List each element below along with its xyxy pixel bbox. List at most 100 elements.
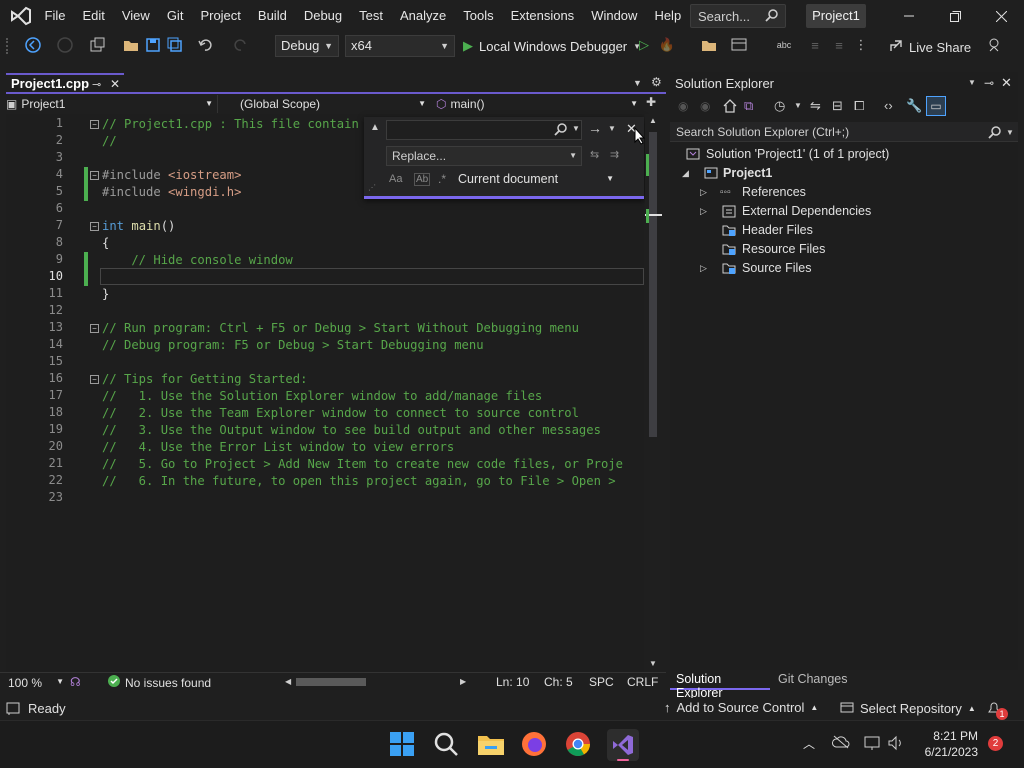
live-share-button[interactable]: Live Share <box>889 37 971 57</box>
cloud-offline-icon[interactable] <box>832 735 850 752</box>
menu-git[interactable]: Git <box>158 0 192 32</box>
network-icon[interactable] <box>864 735 882 754</box>
hot-reload-icon[interactable]: 🔥 <box>658 36 676 54</box>
solution-configuration-select[interactable]: Debug ▼ <box>275 35 339 57</box>
chrome-icon[interactable] <box>565 731 593 759</box>
toolbar-overflow-icon[interactable]: ⋮ <box>852 36 870 54</box>
close-tab-icon[interactable]: ✕ <box>110 77 120 91</box>
expanded-arrow-icon[interactable]: ◢ <box>682 164 689 183</box>
global-search-box[interactable]: Search... <box>690 4 786 28</box>
search-icon[interactable] <box>988 125 1002 142</box>
solution-platform-select[interactable]: x64 ▼ <box>345 35 455 57</box>
view-code-icon[interactable]: ‹› <box>884 98 893 113</box>
collapse-icon[interactable]: − <box>90 324 99 333</box>
replace-all-icon[interactable]: ⇉ <box>610 148 619 161</box>
intellicode-icon[interactable]: ☊ <box>70 675 81 689</box>
visual-studio-taskbar-icon[interactable] <box>607 729 639 761</box>
navigate-back-icon[interactable] <box>24 36 42 54</box>
windows-start-icon[interactable] <box>389 731 415 757</box>
member-nav-select[interactable]: ⬡ main() ▼ <box>436 95 642 113</box>
line-ending-indicator[interactable]: CRLF <box>627 675 658 689</box>
preview-selected-icon[interactable]: ▭ <box>926 96 946 116</box>
menu-help[interactable]: Help <box>646 0 690 32</box>
spell-check-icon[interactable]: abc <box>775 36 793 54</box>
properties-wrench-icon[interactable]: 🔧 <box>906 98 922 114</box>
scrollbar-thumb[interactable] <box>649 132 657 437</box>
tree-item-header-files[interactable]: Header Files <box>696 221 996 240</box>
tree-item-project[interactable]: ◢ Project1 <box>680 164 1010 183</box>
issues-indicator[interactable]: No issues found <box>108 675 211 690</box>
save-icon[interactable] <box>144 36 162 54</box>
split-window-icon[interactable]: ✚ <box>646 95 656 109</box>
column-indicator[interactable]: Ch: 5 <box>544 675 573 689</box>
select-repository-button[interactable]: Select Repository ▲ <box>840 700 976 717</box>
menu-extensions[interactable]: Extensions <box>502 0 583 32</box>
collapse-icon[interactable]: − <box>90 375 99 384</box>
layout-icon[interactable] <box>730 36 748 54</box>
tree-item-source-files[interactable]: ▷ Source Files <box>696 259 996 278</box>
add-to-source-control-button[interactable]: ↑ Add to Source Control ▲ <box>664 700 818 715</box>
clock-time[interactable]: 8:21 PM <box>918 729 978 743</box>
replace-next-icon[interactable]: ⇆ <box>590 148 599 161</box>
save-all-icon[interactable] <box>166 36 184 54</box>
match-case-icon[interactable]: Aa <box>389 173 402 185</box>
file-explorer-icon[interactable] <box>477 731 505 759</box>
menu-test[interactable]: Test <box>351 0 392 32</box>
search-icon[interactable] <box>433 731 461 759</box>
collapsed-arrow-icon[interactable]: ▷ <box>700 183 707 202</box>
hscroll-right-icon[interactable]: ▶ <box>460 677 466 686</box>
chevron-down-icon[interactable]: ▼ <box>1006 128 1014 137</box>
show-hidden-icons-icon[interactable]: ︿ <box>803 735 815 752</box>
collapsed-arrow-icon[interactable]: ▷ <box>700 259 707 278</box>
project-name-badge[interactable]: Project1 <box>806 4 866 28</box>
solution-explorer-search[interactable]: Search Solution Explorer (Ctrl+;) ▼ <box>670 122 1018 142</box>
match-whole-word-icon[interactable]: Ab <box>414 173 431 186</box>
redo-icon[interactable] <box>232 36 250 54</box>
notification-center-badge[interactable]: 2 <box>988 736 1003 751</box>
horizontal-scrollbar-thumb[interactable] <box>296 678 366 686</box>
line-indicator[interactable]: Ln: 10 <box>496 675 529 689</box>
regex-icon[interactable]: .* <box>438 172 446 186</box>
scroll-down-icon[interactable]: ▼ <box>649 659 657 668</box>
menu-edit[interactable]: Edit <box>74 0 113 32</box>
collapse-icon[interactable]: − <box>90 171 99 180</box>
panel-options-icon[interactable]: ▼ <box>968 78 976 87</box>
search-options-chevron-icon[interactable]: ▼ <box>572 124 580 133</box>
menu-tools[interactable]: Tools <box>455 0 502 32</box>
collapse-all-icon[interactable]: ⊟ <box>832 98 843 114</box>
home-icon[interactable] <box>722 98 738 117</box>
collapsed-arrow-icon[interactable]: ▷ <box>700 202 707 221</box>
tree-item-external-dependencies[interactable]: ▷ External Dependencies <box>696 202 996 221</box>
settings-gear-icon[interactable]: ⚙ <box>651 75 662 89</box>
tree-item-resource-files[interactable]: Resource Files <box>696 240 996 259</box>
back-icon[interactable]: ◉ <box>678 99 688 113</box>
find-next-icon[interactable]: → <box>588 120 602 136</box>
find-input[interactable] <box>386 120 582 140</box>
search-scope-select[interactable]: Current document ▼ <box>458 172 618 190</box>
tab-solution-explorer[interactable]: Solution Explorer <box>670 670 770 700</box>
close-panel-icon[interactable]: ✕ <box>1001 75 1012 91</box>
menu-debug[interactable]: Debug <box>295 0 350 32</box>
scroll-up-icon[interactable]: ▲ <box>649 116 657 125</box>
open-file-icon[interactable] <box>122 36 140 54</box>
find-next-dropdown-icon[interactable]: ▼ <box>608 124 616 133</box>
collapse-icon[interactable]: − <box>90 222 99 231</box>
zoom-select[interactable]: 100 % ▼ <box>8 676 64 691</box>
new-project-icon[interactable] <box>88 36 106 54</box>
menu-project[interactable]: Project <box>192 0 249 32</box>
menu-analyze[interactable]: Analyze <box>391 0 454 32</box>
search-icon[interactable] <box>554 122 568 139</box>
start-without-debugging-icon[interactable]: ▷ <box>635 36 653 54</box>
sync-with-document-icon[interactable]: ⇋ <box>810 98 821 114</box>
tab-project1-cpp[interactable]: Project1.cpp ⊸ ✕ <box>6 73 124 93</box>
close-window-icon[interactable] <box>978 0 1024 32</box>
pending-changes-filter-icon[interactable]: ◷ <box>774 98 785 114</box>
show-all-files-icon[interactable]: ⧠ <box>854 98 864 114</box>
collapse-icon[interactable]: − <box>90 120 99 129</box>
scope-nav-select[interactable]: (Global Scope) ▼ <box>240 95 430 113</box>
folder-view-icon[interactable] <box>700 36 718 54</box>
feedback-icon[interactable] <box>986 36 1004 54</box>
switch-views-icon[interactable]: ⧉ <box>744 98 753 114</box>
clock-date[interactable]: 6/21/2023 <box>910 745 978 759</box>
menu-window[interactable]: Window <box>583 0 646 32</box>
